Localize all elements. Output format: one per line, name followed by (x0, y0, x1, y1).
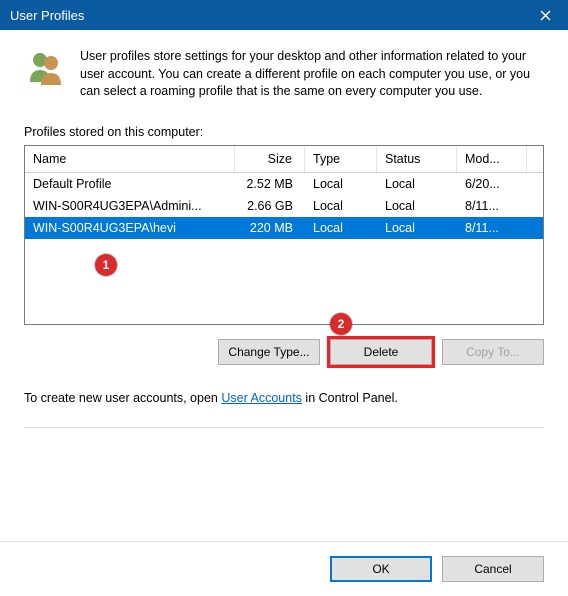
user-accounts-link[interactable]: User Accounts (221, 391, 302, 405)
cell-name: WIN-S00R4UG3EPA\hevi (25, 217, 235, 239)
table-header: Name Size Type Status Mod... (25, 146, 543, 173)
cell-name: WIN-S00R4UG3EPA\Admini... (25, 195, 235, 217)
link-prefix: To create new user accounts, open (24, 391, 221, 405)
delete-button[interactable]: Delete (330, 339, 432, 365)
intro-section: User profiles store settings for your de… (24, 48, 544, 101)
cell-size: 2.52 MB (235, 173, 305, 195)
dialog-content: User profiles store settings for your de… (0, 30, 568, 444)
cell-mod: 8/11... (457, 195, 527, 217)
cell-mod: 6/20... (457, 173, 527, 195)
callout-1: 1 (95, 254, 117, 276)
window-title: User Profiles (10, 8, 84, 23)
cancel-button[interactable]: Cancel (442, 556, 544, 582)
close-icon (540, 10, 551, 21)
col-name-header[interactable]: Name (25, 146, 235, 172)
link-suffix: in Control Panel. (302, 391, 398, 405)
profiles-label: Profiles stored on this computer: (24, 125, 544, 139)
cell-status: Local (377, 173, 457, 195)
change-type-button[interactable]: Change Type... (218, 339, 320, 365)
col-size-header[interactable]: Size (235, 146, 305, 172)
callout-2: 2 (330, 313, 352, 335)
divider (24, 427, 544, 428)
table-row-selected[interactable]: WIN-S00R4UG3EPA\hevi 220 MB Local Local … (25, 217, 543, 239)
col-mod-header[interactable]: Mod... (457, 146, 527, 172)
cell-name: Default Profile (25, 173, 235, 195)
cell-status: Local (377, 195, 457, 217)
cell-size: 220 MB (235, 217, 305, 239)
dialog-footer: OK Cancel (0, 541, 568, 596)
cell-size: 2.66 GB (235, 195, 305, 217)
cell-type: Local (305, 173, 377, 195)
user-profiles-icon (24, 48, 66, 101)
ok-button[interactable]: OK (330, 556, 432, 582)
cell-type: Local (305, 217, 377, 239)
profile-buttons: 2 Change Type... Delete Copy To... (24, 339, 544, 365)
profiles-table: Name Size Type Status Mod... Default Pro… (24, 145, 544, 325)
col-type-header[interactable]: Type (305, 146, 377, 172)
cell-type: Local (305, 195, 377, 217)
copy-to-button: Copy To... (442, 339, 544, 365)
titlebar: User Profiles (0, 0, 568, 30)
intro-text: User profiles store settings for your de… (80, 48, 544, 101)
close-button[interactable] (523, 0, 568, 30)
cell-mod: 8/11... (457, 217, 527, 239)
user-accounts-line: To create new user accounts, open User A… (24, 391, 544, 405)
cell-status: Local (377, 217, 457, 239)
col-status-header[interactable]: Status (377, 146, 457, 172)
table-row[interactable]: WIN-S00R4UG3EPA\Admini... 2.66 GB Local … (25, 195, 543, 217)
table-row[interactable]: Default Profile 2.52 MB Local Local 6/20… (25, 173, 543, 195)
